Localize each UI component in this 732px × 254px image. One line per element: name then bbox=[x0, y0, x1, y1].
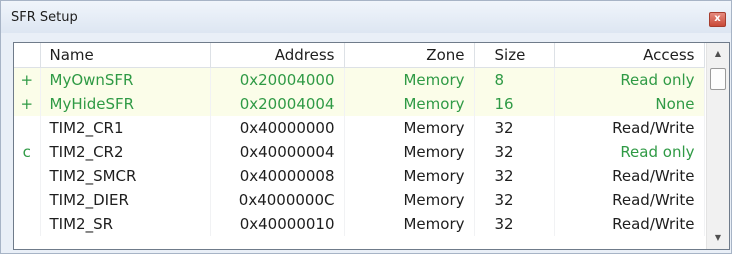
row-size[interactable]: 32 bbox=[474, 140, 555, 164]
row-address[interactable]: 0x4000000C bbox=[210, 188, 345, 212]
row-size[interactable]: 16 bbox=[474, 92, 555, 116]
row-access[interactable]: None bbox=[554, 92, 705, 116]
row-access[interactable]: Read/Write bbox=[554, 188, 705, 212]
row-access[interactable]: Read only bbox=[554, 67, 705, 92]
row-address[interactable]: 0x40000004 bbox=[210, 140, 345, 164]
row-name[interactable]: TIM2_SR bbox=[40, 212, 211, 236]
row-zone[interactable]: Memory bbox=[344, 188, 475, 212]
arrow-down-icon: ▼ bbox=[714, 233, 722, 242]
row-zone[interactable]: Memory bbox=[344, 164, 475, 188]
row-address[interactable]: 0x20004000 bbox=[210, 67, 345, 92]
scrollbar-thumb[interactable] bbox=[710, 68, 726, 90]
row-name[interactable]: TIM2_CR2 bbox=[40, 140, 211, 164]
row-flag bbox=[14, 212, 41, 236]
scroll-up-button[interactable]: ▲ bbox=[707, 45, 729, 63]
scroll-down-button[interactable]: ▼ bbox=[707, 229, 729, 247]
row-name[interactable]: TIM2_CR1 bbox=[40, 116, 211, 140]
row-access[interactable]: Read/Write bbox=[554, 116, 705, 140]
row-zone[interactable]: Memory bbox=[344, 92, 475, 116]
row-address[interactable]: 0x40000000 bbox=[210, 116, 345, 140]
sfr-table: Name Address Zone Size Access + MyOwnSFR… bbox=[13, 42, 730, 250]
row-size[interactable]: 32 bbox=[474, 164, 555, 188]
table-row[interactable]: + MyHideSFR 0x20004004 Memory 16 None bbox=[14, 92, 705, 116]
column-header-access[interactable]: Access bbox=[554, 43, 705, 68]
row-flag: c bbox=[14, 140, 41, 164]
row-flag: + bbox=[14, 92, 41, 116]
column-header-zone[interactable]: Zone bbox=[344, 43, 475, 68]
column-header-name[interactable]: Name bbox=[40, 43, 211, 68]
arrow-up-icon: ▲ bbox=[714, 49, 722, 58]
row-name[interactable]: TIM2_DIER bbox=[40, 188, 211, 212]
sfr-setup-window: SFR Setup x Name Address Zone Size Acces… bbox=[0, 0, 732, 254]
table-row[interactable]: + MyOwnSFR 0x20004000 Memory 8 Read only bbox=[14, 67, 705, 92]
row-address[interactable]: 0x20004004 bbox=[210, 92, 345, 116]
row-flag bbox=[14, 164, 41, 188]
row-flag: + bbox=[14, 67, 41, 92]
window-title: SFR Setup bbox=[11, 10, 78, 25]
table-header-row: Name Address Zone Size Access bbox=[14, 43, 705, 68]
row-name[interactable]: MyHideSFR bbox=[40, 92, 211, 116]
table-row[interactable]: TIM2_SMCR 0x40000008 Memory 32 Read/Writ… bbox=[14, 164, 705, 188]
row-zone[interactable]: Memory bbox=[344, 67, 475, 92]
table-row[interactable]: TIM2_DIER 0x4000000C Memory 32 Read/Writ… bbox=[14, 188, 705, 212]
row-size[interactable]: 32 bbox=[474, 188, 555, 212]
row-size[interactable]: 32 bbox=[474, 212, 555, 236]
row-name[interactable]: TIM2_SMCR bbox=[40, 164, 211, 188]
row-zone[interactable]: Memory bbox=[344, 212, 475, 236]
row-size[interactable]: 32 bbox=[474, 116, 555, 140]
table-row[interactable]: c TIM2_CR2 0x40000004 Memory 32 Read onl… bbox=[14, 140, 705, 164]
column-header-size[interactable]: Size bbox=[474, 43, 555, 68]
row-flag bbox=[14, 188, 41, 212]
row-zone[interactable]: Memory bbox=[344, 140, 475, 164]
vertical-scrollbar[interactable]: ▲ ▼ bbox=[706, 43, 729, 249]
column-header-flag[interactable] bbox=[14, 43, 41, 68]
row-flag bbox=[14, 116, 41, 140]
table-row[interactable]: TIM2_CR1 0x40000000 Memory 32 Read/Write bbox=[14, 116, 705, 140]
row-address[interactable]: 0x40000010 bbox=[210, 212, 345, 236]
column-header-address[interactable]: Address bbox=[210, 43, 345, 68]
table-row[interactable]: TIM2_SR 0x40000010 Memory 32 Read/Write bbox=[14, 212, 705, 236]
row-zone[interactable]: Memory bbox=[344, 116, 475, 140]
row-size[interactable]: 8 bbox=[474, 67, 555, 92]
close-button[interactable]: x bbox=[709, 12, 726, 27]
row-access[interactable]: Read/Write bbox=[554, 212, 705, 236]
row-access[interactable]: Read/Write bbox=[554, 164, 705, 188]
row-name[interactable]: MyOwnSFR bbox=[40, 67, 211, 92]
title-bar[interactable]: SFR Setup x bbox=[1, 1, 731, 33]
row-access[interactable]: Read only bbox=[554, 140, 705, 164]
row-address[interactable]: 0x40000008 bbox=[210, 164, 345, 188]
close-icon: x bbox=[714, 13, 721, 24]
